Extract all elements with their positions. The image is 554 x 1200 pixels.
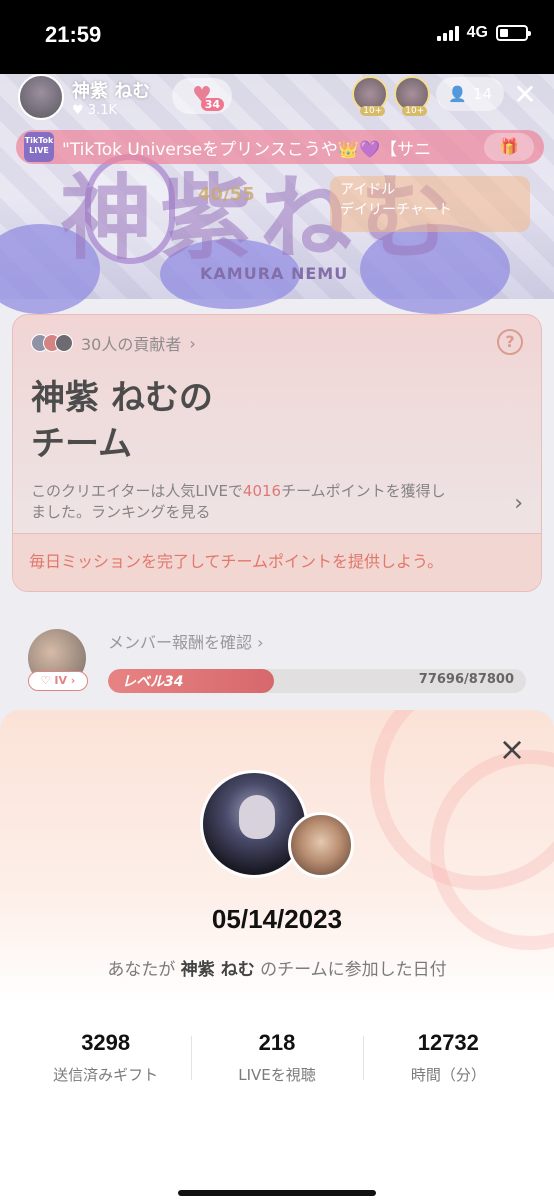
team-card: 30人の貢献者 › ? 神紫 ねむの チーム このクリエイターは人気LIVEで4… (12, 314, 542, 592)
member-badge: ♡ IV › (28, 671, 88, 691)
status-time: 21:59 (45, 22, 102, 47)
stat-gifts: 3298 送信済みギフト (20, 1030, 191, 1090)
idol-chip-line2: デイリーチャート (340, 202, 452, 218)
tiktok-live-logo: TikTok LIVE (24, 132, 54, 162)
host-name: 神紫 ねむ (72, 80, 151, 102)
team-title-line1: 神紫 ねむの (31, 378, 213, 418)
level-label: レベル34 (122, 674, 184, 690)
close-live-icon[interactable]: ✕ (510, 78, 540, 111)
team-title: 神紫 ねむの チーム (31, 375, 361, 467)
signal-icon (436, 25, 459, 41)
idol-chart-chip[interactable]: アイドル デイリーチャート (330, 176, 530, 232)
host-info[interactable]: 神紫 ねむ ♥ 3.1K (18, 74, 150, 120)
team-description[interactable]: このクリエイターは人気LIVEで4016チームポイントを獲得し ました。ランキン… (31, 481, 501, 523)
daily-mission-banner[interactable]: 毎日ミッションを完了してチームポイントを提供しよう。 (13, 533, 541, 591)
member-reward-label: メンバー報酬を確認 (108, 633, 253, 652)
stat-label: 時間（分） (410, 1066, 486, 1084)
banner-subtitle: KAMURA NEMU (200, 264, 349, 283)
chevron-right-icon: › (257, 633, 264, 652)
stat-value: 3298 (81, 1030, 131, 1055)
home-indicator[interactable] (178, 1190, 376, 1196)
network-label: 4G (466, 24, 488, 41)
member-reward-link[interactable]: メンバー報酬を確認 › (108, 629, 264, 653)
host-likes-value: 3.1K (87, 102, 117, 118)
ticker-text: "TikTok Universeをプリンスこうや👑💜【サニ (62, 139, 432, 160)
member-level-row: ♡ IV › メンバー報酬を確認 › レベル34 77696/87800 (28, 629, 528, 693)
top-right-controls: 10+ 10+ 👤 14 ✕ (352, 76, 540, 116)
contributors-label: 30人の貢献者 (81, 335, 182, 354)
viewer-count-value: 14 (472, 85, 492, 103)
level-progress-text: 77696/87800 (418, 672, 514, 687)
host-avatar[interactable] (18, 74, 64, 120)
user-avatar (288, 812, 354, 878)
team-heart-badge[interactable]: ♥ 34 (172, 78, 232, 114)
viewer-count[interactable]: 👤 14 (436, 77, 504, 111)
caption-suffix: のチームに参加した日付 (260, 960, 447, 980)
host-likes: ♥ 3.1K (72, 102, 117, 118)
desc-suffix: チームポイントを獲得し (281, 482, 446, 500)
team-join-sheet: × 05/14/2023 あなたが 神紫 ねむ のチームに参加した日付 3298… (0, 710, 554, 1200)
top-viewer-avatar[interactable]: 10+ (394, 76, 431, 116)
stat-minutes: 12732 時間（分） (362, 1030, 534, 1090)
help-icon[interactable]: ? (497, 329, 523, 355)
caption-name: 神紫 ねむ (180, 960, 255, 980)
stat-label: LIVEを視聴 (238, 1066, 316, 1084)
viewer-rank: 10+ (402, 106, 428, 116)
team-heart-count: 34 (200, 98, 224, 111)
team-title-line2: チーム (31, 424, 132, 464)
stats-row: 3298 送信済みギフト 218 LIVEを視聴 12732 時間（分） (20, 1030, 534, 1090)
join-date: 05/14/2023 (211, 904, 343, 934)
close-icon[interactable]: × (496, 733, 528, 766)
status-bar: 21:59 4G (0, 0, 554, 74)
chevron-right-icon: › (189, 333, 196, 353)
battery-icon (496, 25, 531, 41)
status-icons: 4G (436, 24, 531, 42)
announcement-ticker[interactable]: TikTok LIVE "TikTok Universeをプリンスこうや👑💜【サ… (16, 130, 544, 164)
goal-progress: 40/55 (198, 184, 255, 205)
level-progress-bar: レベル34 77696/87800 (108, 669, 526, 693)
desc-prefix: このクリエイターは人気LIVEで (31, 482, 243, 500)
desc-line2: ました。ランキングを見る (31, 503, 211, 521)
join-caption: あなたが 神紫 ねむ のチームに参加した日付 (0, 955, 554, 980)
stat-lives-watched: 218 LIVEを視聴 (191, 1030, 362, 1090)
team-points: 4016 (242, 482, 282, 500)
viewer-rank: 10+ (360, 106, 386, 116)
chevron-right-icon[interactable]: › (514, 491, 523, 516)
contributor-avatars (31, 334, 73, 352)
contributors-link[interactable]: 30人の貢献者 › (31, 331, 196, 355)
person-icon: 👤 (448, 85, 467, 103)
stat-value: 218 (258, 1030, 296, 1055)
caption-prefix: あなたが (107, 960, 176, 980)
top-viewer-avatar[interactable]: 10+ (352, 76, 389, 116)
gift-icon[interactable]: 🎁 (484, 133, 534, 161)
member-badge-text: IV (54, 674, 67, 687)
stat-label: 送信済みギフト (53, 1066, 159, 1084)
stat-value: 12732 (417, 1030, 479, 1055)
idol-chip-line1: アイドル (340, 182, 396, 198)
